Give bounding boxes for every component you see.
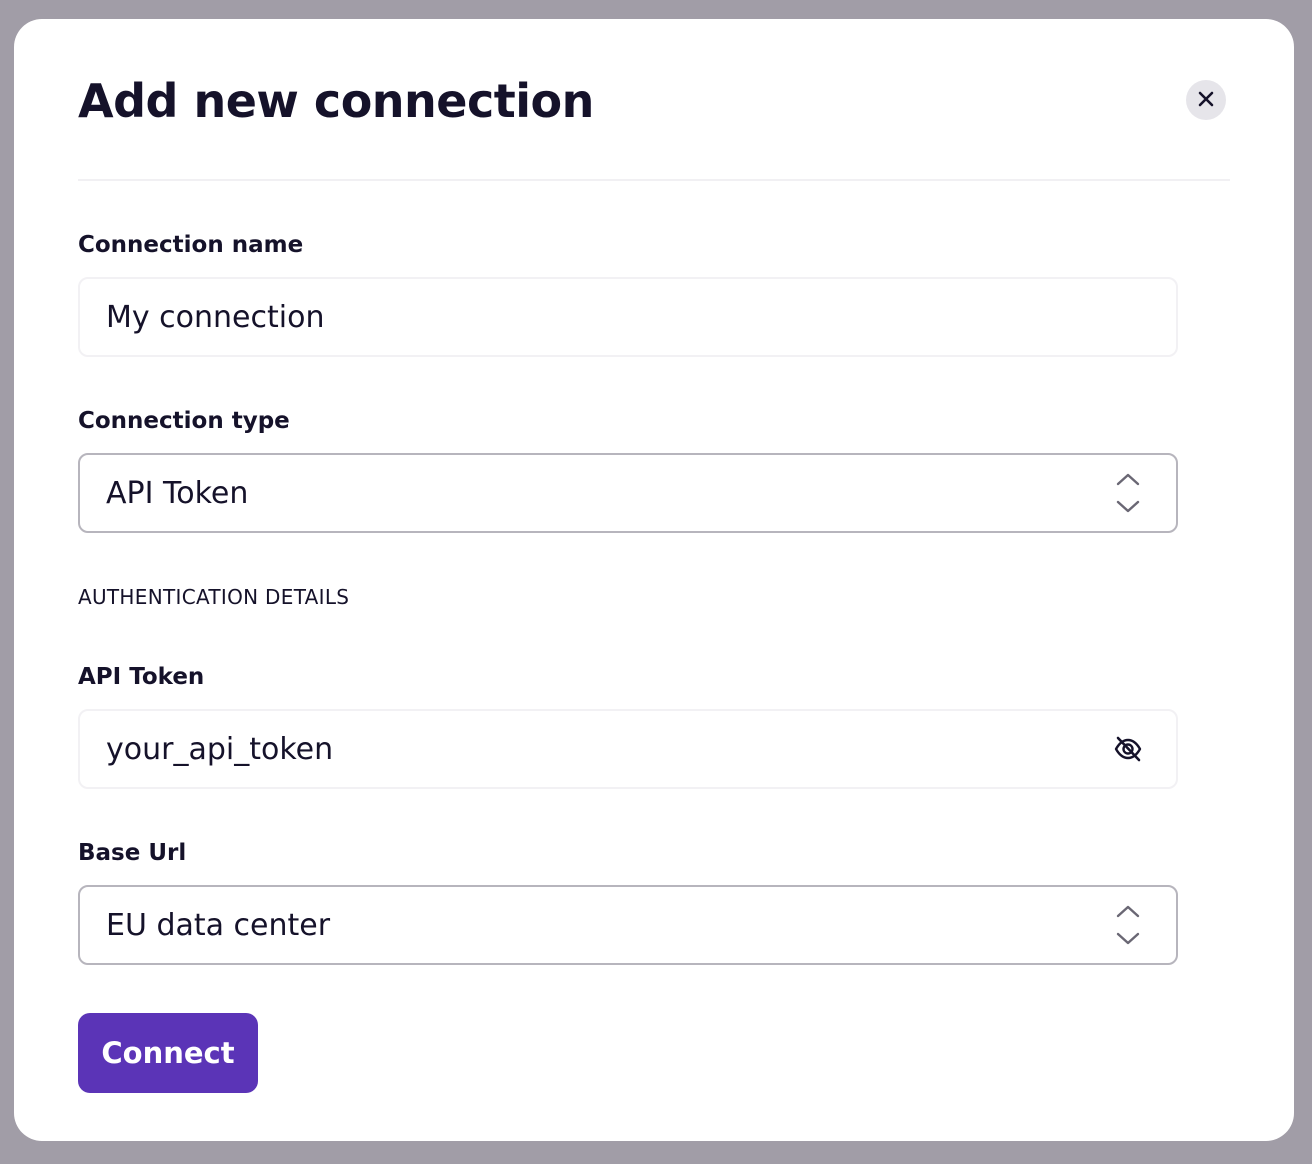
- close-icon: [1197, 90, 1215, 111]
- base-url-select[interactable]: EU data center: [78, 885, 1178, 965]
- api-token-value: your_api_token: [106, 731, 334, 767]
- dialog-title: Add new connection: [78, 74, 594, 128]
- connection-name-label: Connection name: [78, 232, 304, 258]
- close-button[interactable]: [1186, 80, 1226, 120]
- chevron-up-down-icon: [1110, 468, 1146, 518]
- connect-button[interactable]: Connect: [78, 1013, 258, 1093]
- base-url-label: Base Url: [78, 840, 187, 866]
- api-token-label: API Token: [78, 664, 205, 690]
- add-connection-dialog: Add new connection Connection name My co…: [14, 19, 1294, 1141]
- api-token-input[interactable]: your_api_token: [78, 709, 1178, 789]
- connection-type-select[interactable]: API Token: [78, 453, 1178, 533]
- connection-name-input[interactable]: My connection: [78, 277, 1178, 357]
- chevron-up-down-icon: [1110, 900, 1146, 950]
- eye-off-icon[interactable]: [1112, 733, 1144, 765]
- base-url-value: EU data center: [106, 907, 331, 943]
- header-divider: [78, 179, 1230, 181]
- connection-type-label: Connection type: [78, 408, 290, 434]
- connection-type-value: API Token: [106, 475, 249, 511]
- connection-name-value: My connection: [106, 299, 325, 335]
- authentication-details-heading: AUTHENTICATION DETAILS: [78, 585, 350, 609]
